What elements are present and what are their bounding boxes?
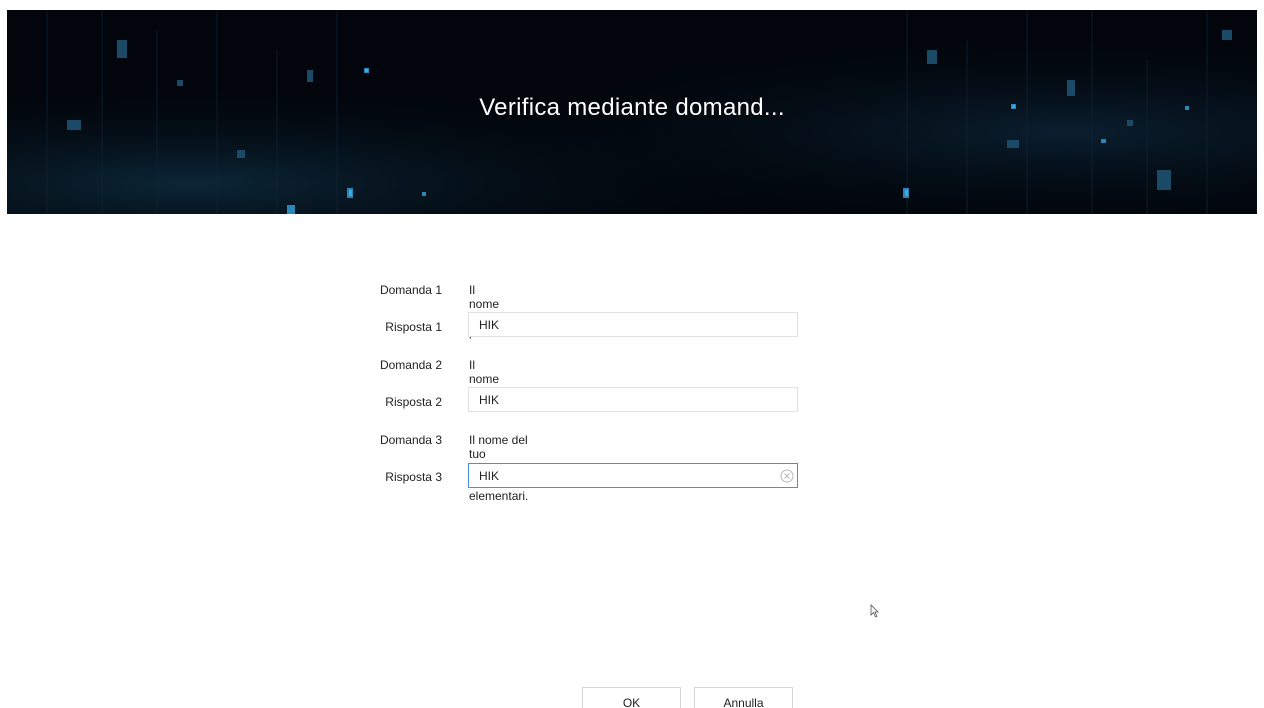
answer-2-field[interactable] <box>468 387 798 412</box>
security-question-verification-page: Verifica mediante domand... Domanda 1 Il… <box>0 0 1264 708</box>
answer-2-input[interactable] <box>469 388 779 411</box>
mouse-pointer-icon <box>870 604 879 618</box>
question-2-label: Domanda 2 <box>379 358 442 372</box>
answer-3-input[interactable] <box>469 464 779 487</box>
clear-circle-x-icon[interactable] <box>780 469 794 483</box>
answer-1-field[interactable] <box>468 312 798 337</box>
answer-2-label: Risposta 2 <box>385 395 442 409</box>
header-banner: Verifica mediante domand... <box>7 10 1257 214</box>
answer-1-input[interactable] <box>469 313 779 336</box>
question-1-label: Domanda 1 <box>379 283 442 297</box>
answer-3-field[interactable] <box>468 463 798 488</box>
cancel-button[interactable]: Annulla <box>694 687 793 708</box>
answer-3-label: Risposta 3 <box>385 470 442 484</box>
answer-1-label: Risposta 1 <box>385 320 442 334</box>
question-3-label: Domanda 3 <box>379 433 442 447</box>
ok-button[interactable]: OK <box>582 687 681 708</box>
page-title: Verifica mediante domand... <box>479 94 785 121</box>
